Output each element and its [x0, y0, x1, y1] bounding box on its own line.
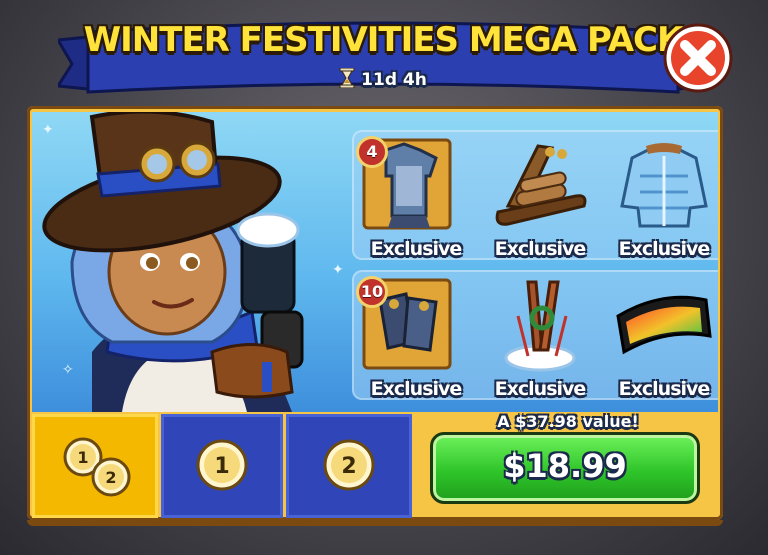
item-row: 4 Exclusive Exclusive Exclusive: [352, 130, 718, 260]
coin-number: 1: [77, 448, 88, 467]
pack-title: WINTER FESTIVITIES MEGA PACK: [83, 20, 684, 60]
timer-text: 11d 4h: [361, 70, 427, 90]
item-row: 10 Exclusive Exclusive Exclusive: [352, 270, 718, 400]
item-slot-goggles[interactable]: Exclusive: [602, 272, 718, 400]
tab-bundle-1[interactable]: 1: [161, 414, 283, 518]
item-label: Exclusive: [370, 378, 463, 400]
sled-icon: [495, 144, 587, 226]
coin-number: 2: [341, 454, 356, 479]
item-label: Exclusive: [618, 238, 711, 260]
coin-number: 2: [105, 468, 116, 487]
coin-number: 1: [214, 454, 229, 479]
skis-icon: [504, 280, 576, 372]
quantity-badge: 10: [356, 276, 388, 308]
item-label: Exclusive: [494, 378, 587, 400]
item-slot-gloves[interactable]: 10 Exclusive: [354, 272, 478, 400]
ski-goggles-icon: [616, 295, 712, 355]
tab-bundle-1-2[interactable]: 1 2: [32, 414, 158, 518]
title-ribbon: WINTER FESTIVITIES MEGA PACK 11d 4h: [58, 6, 708, 100]
item-grid: 4 Exclusive Exclusive Exclusive 10 Exclu…: [352, 130, 718, 400]
quantity-badge: 4: [356, 136, 388, 168]
coin-pair-icon: 1 2: [63, 437, 131, 497]
item-slot-sled[interactable]: Exclusive: [478, 132, 602, 260]
offer-scene: ✦ ✧ ✦ ✧: [32, 112, 718, 412]
coin-one-icon: 1: [196, 439, 248, 491]
item-slot-armor[interactable]: 4 Exclusive: [354, 132, 478, 260]
hourglass-icon: [339, 67, 355, 93]
puffer-jacket-icon: [620, 143, 708, 228]
price-label: $18.99: [503, 447, 627, 485]
coin-two-icon: 2: [323, 439, 375, 491]
item-slot-skis[interactable]: Exclusive: [478, 272, 602, 400]
item-label: Exclusive: [618, 378, 711, 400]
tab-bundle-2[interactable]: 2: [286, 414, 412, 518]
buy-button[interactable]: $18.99: [430, 432, 700, 504]
item-slot-jacket[interactable]: Exclusive: [602, 132, 718, 260]
timer-row: 11d 4h: [58, 67, 708, 93]
close-icon: [663, 23, 733, 93]
panel-bottom-edge: [27, 520, 723, 526]
item-label: Exclusive: [370, 238, 463, 260]
item-label: Exclusive: [494, 238, 587, 260]
close-button[interactable]: [661, 22, 735, 94]
value-text: A $37.98 value!: [497, 412, 639, 431]
hero-character-icon: [42, 112, 304, 412]
